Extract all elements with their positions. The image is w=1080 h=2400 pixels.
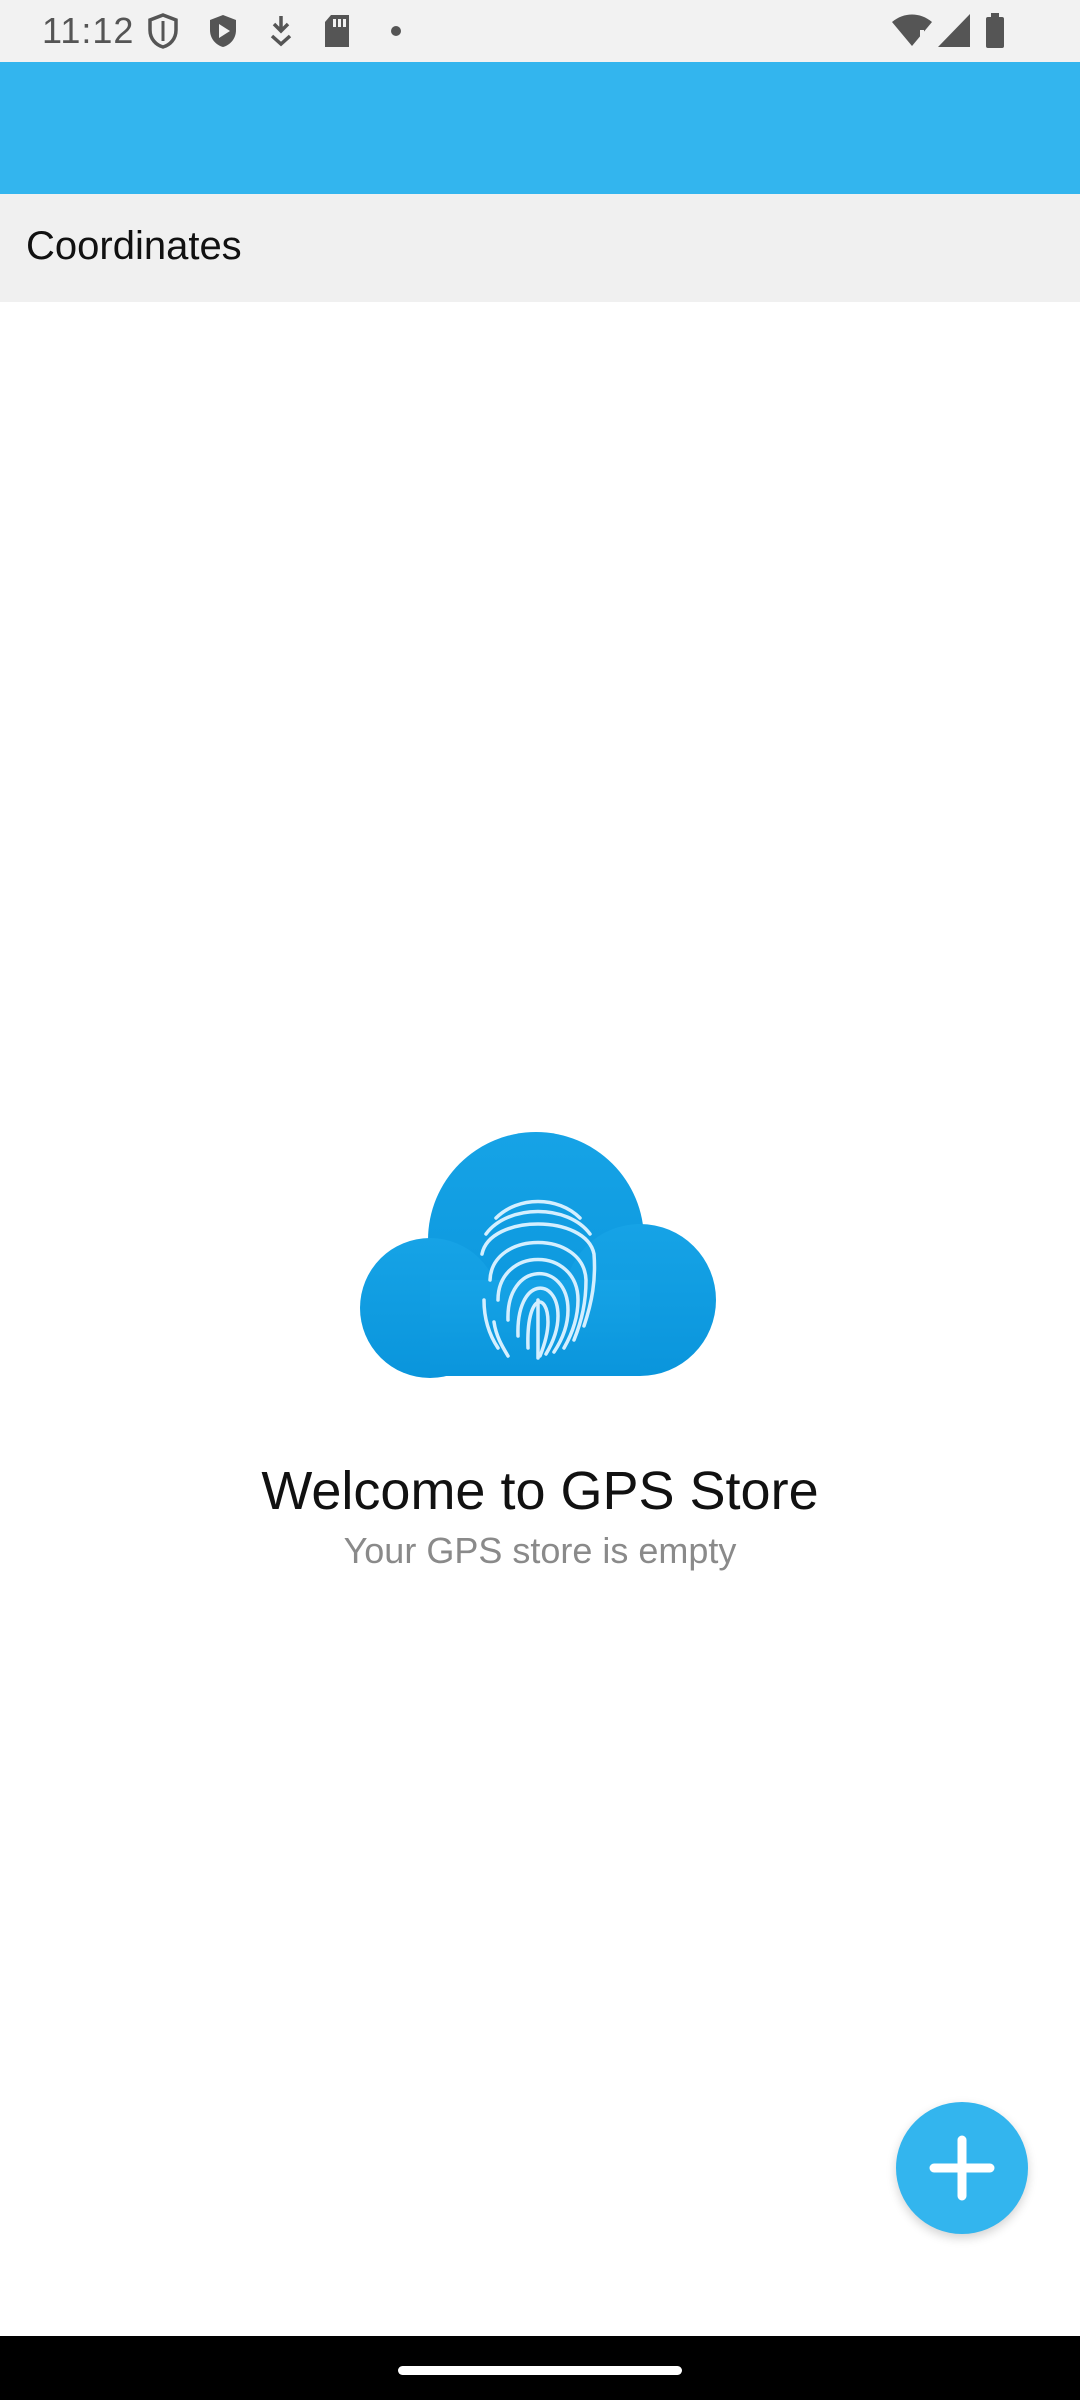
plus-icon [929, 2135, 995, 2201]
shield-play-icon [206, 12, 240, 55]
app-screen: 11:12 Coordinates Welcome to GPS Store Y… [0, 0, 1080, 2400]
welcome-title: Welcome to GPS Store [261, 1461, 819, 1521]
wifi-alert-icon [890, 12, 934, 55]
section-title: Coordinates [26, 224, 242, 268]
cloud-fingerprint-icon [358, 1130, 718, 1390]
status-time: 11:12 [42, 10, 135, 51]
status-bar: 11:12 [0, 0, 1080, 62]
shield-outline-icon [146, 12, 180, 55]
navigation-bar [0, 2336, 1080, 2400]
cellular-signal-icon [936, 12, 972, 55]
welcome-subtitle: Your GPS store is empty [343, 1530, 737, 1571]
battery-icon [984, 12, 1006, 55]
dot-icon [390, 24, 402, 42]
add-coordinate-button[interactable] [896, 2102, 1028, 2234]
download-badge-icon [266, 12, 296, 55]
app-bar [0, 62, 1080, 194]
sd-card-icon [322, 12, 352, 55]
section-header: Coordinates [0, 194, 1080, 302]
home-indicator[interactable] [398, 2366, 682, 2375]
